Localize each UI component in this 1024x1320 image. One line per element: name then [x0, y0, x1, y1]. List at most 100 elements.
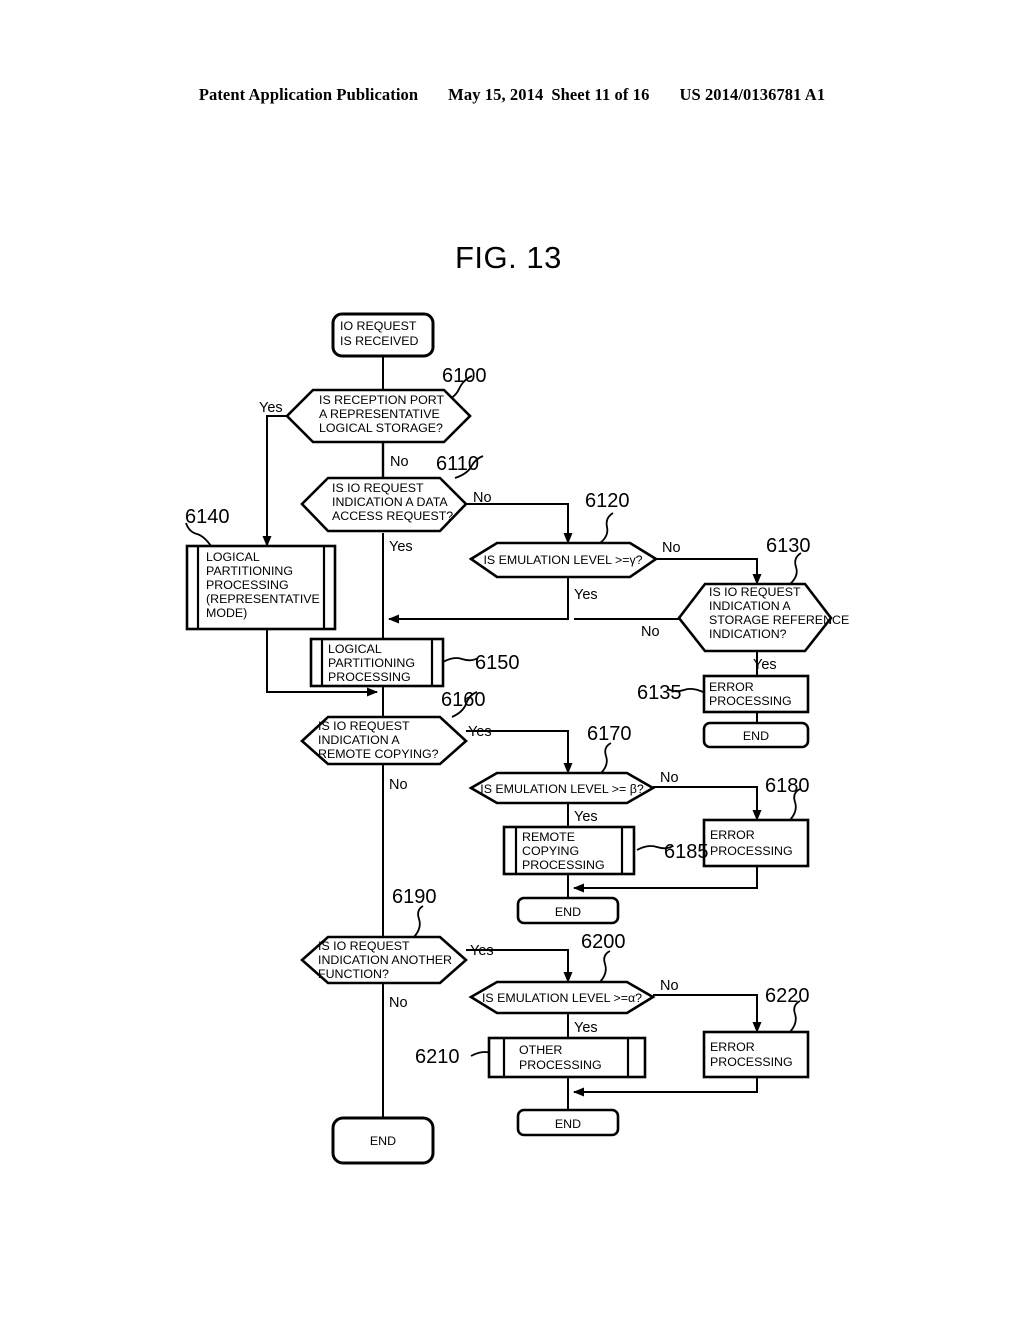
- node-start: IO REQUEST IS RECEIVED: [331, 312, 435, 358]
- node-end-main-label: END: [370, 1134, 396, 1148]
- node-6130-line-0: IS IO REQUEST: [709, 585, 801, 599]
- ref-6110: 6110: [436, 453, 479, 475]
- node-end-6210-label: END: [555, 1117, 581, 1131]
- patent-sheet: Patent Application Publication May 15, 20…: [0, 0, 1024, 1320]
- node-end-6135: END: [702, 721, 810, 749]
- label-6200-yes: Yes: [574, 1020, 598, 1036]
- node-6190: IS IO REQUEST INDICATION ANOTHER FUNCTIO…: [300, 935, 468, 985]
- ref-6135: 6135: [637, 682, 682, 704]
- node-6100-line-2: LOGICAL STORAGE?: [319, 421, 443, 435]
- node-6110-line-2: ACCESS REQUEST?: [332, 509, 453, 523]
- label-6170-no: No: [660, 770, 679, 786]
- node-6100: IS RECEPTION PORT A REPRESENTATIVE LOGIC…: [285, 388, 472, 444]
- flowchart: IO REQUEST IS RECEIVED IS RECEPTION PORT…: [185, 312, 849, 1165]
- node-6160-line-1: INDICATION A: [318, 733, 400, 747]
- node-6200-line-0: IS EMULATION LEVEL >=α?: [482, 991, 642, 1005]
- label-6190-yes: Yes: [470, 943, 494, 959]
- node-6210-line-1: PROCESSING: [519, 1058, 602, 1072]
- node-end-6185-label: END: [555, 905, 581, 919]
- edge-6220-merge: [573, 1077, 758, 1097]
- leader-6170: [600, 742, 612, 774]
- node-end-main: END: [331, 1116, 435, 1165]
- node-6190-line-0: IS IO REQUEST: [318, 939, 410, 953]
- ref-6200: 6200: [581, 931, 626, 953]
- node-6130-line-2: STORAGE REFERENCE: [709, 613, 849, 627]
- node-6130-line-3: INDICATION?: [709, 627, 787, 641]
- label-6130-no: No: [641, 624, 660, 640]
- node-6190-line-2: FUNCTION?: [318, 967, 389, 981]
- node-6185-line-0: REMOTE: [522, 830, 575, 844]
- node-6120-line-0: IS EMULATION LEVEL >=γ?: [483, 553, 642, 567]
- node-6150: LOGICAL PARTITIONING PROCESSING: [309, 637, 445, 688]
- ref-6190: 6190: [392, 886, 437, 908]
- node-6130-line-1: INDICATION A: [709, 599, 791, 613]
- node-6160-line-2: REMOTE COPYING?: [318, 747, 439, 761]
- node-6120: IS EMULATION LEVEL >=γ?: [468, 541, 659, 579]
- label-6130-yes: Yes: [753, 657, 777, 673]
- node-6100-line-0: IS RECEPTION PORT: [319, 393, 445, 407]
- node-start-line-1: IS RECEIVED: [340, 334, 419, 348]
- ref-6220: 6220: [765, 985, 810, 1007]
- node-6110-line-0: IS IO REQUEST: [332, 481, 424, 495]
- node-end-6185: END: [516, 896, 620, 925]
- ref-6210: 6210: [415, 1046, 460, 1068]
- node-6100-line-1: A REPRESENTATIVE: [319, 407, 440, 421]
- ref-6120: 6120: [585, 490, 630, 512]
- edge-6120-yes-merge: [388, 577, 569, 624]
- node-6150-line-2: PROCESSING: [328, 670, 411, 684]
- node-6185-line-2: PROCESSING: [522, 858, 605, 872]
- node-6220-line-1: PROCESSING: [710, 1055, 793, 1069]
- node-6135: ERROR PROCESSING: [702, 674, 810, 714]
- ref-6150: 6150: [475, 652, 520, 674]
- label-6160-yes: Yes: [468, 724, 492, 740]
- node-6110: IS IO REQUEST INDICATION A DATA ACCESS R…: [300, 476, 468, 533]
- node-6135-line-0: ERROR: [709, 680, 754, 694]
- label-6120-no: No: [662, 540, 681, 556]
- label-6120-yes: Yes: [574, 587, 598, 603]
- label-6200-no: No: [660, 978, 679, 994]
- node-6180-line-1: PROCESSING: [710, 844, 793, 858]
- label-6170-yes: Yes: [574, 809, 598, 825]
- node-end-6210: END: [516, 1108, 620, 1137]
- node-6185-line-1: COPYING: [522, 844, 579, 858]
- node-6140-line-1: PARTITIONING: [206, 564, 293, 578]
- node-6200: IS EMULATION LEVEL >=α?: [468, 980, 656, 1015]
- node-6150-line-0: LOGICAL: [328, 642, 382, 656]
- node-6140-line-2: PROCESSING: [206, 578, 289, 592]
- node-6135-line-1: PROCESSING: [709, 694, 792, 708]
- node-6140: LOGICAL PARTITIONING PROCESSING (REPRESE…: [185, 544, 337, 631]
- label-6110-yes: Yes: [389, 539, 413, 555]
- node-6220-line-0: ERROR: [710, 1040, 755, 1054]
- label-6190-no: No: [389, 995, 408, 1011]
- node-6210: OTHER PROCESSING: [487, 1036, 647, 1079]
- ref-6180: 6180: [765, 775, 810, 797]
- leader-6130: [789, 552, 802, 585]
- node-6180-line-0: ERROR: [710, 828, 755, 842]
- node-6185: REMOTE COPYING PROCESSING: [502, 825, 636, 876]
- ref-6170: 6170: [587, 723, 632, 745]
- node-6150-line-1: PARTITIONING: [328, 656, 415, 670]
- edge-6200-no-to-6220: [653, 994, 762, 1033]
- node-6210-line-0: OTHER: [519, 1043, 562, 1057]
- edge-6110-no-to-6120: [466, 503, 573, 544]
- reference-numeral-group: 6100 6110 6120 6130 6135 6140 6150 6160 …: [185, 365, 811, 1068]
- node-6140-line-4: MODE): [206, 606, 247, 620]
- node-6180: ERROR PROCESSING: [702, 818, 810, 868]
- edge-6170-no-to-6180: [653, 786, 762, 821]
- node-6130: IS IO REQUEST INDICATION A STORAGE REFER…: [677, 582, 849, 653]
- node-6170-line-0: IS EMULATION LEVEL >= β?: [480, 782, 644, 796]
- label-6100-no: No: [390, 454, 409, 470]
- label-6110-no: No: [473, 490, 492, 506]
- node-6110-line-1: INDICATION A DATA: [332, 495, 448, 509]
- node-6140-line-3: (REPRESENTATIVE: [206, 592, 320, 606]
- ref-6185: 6185: [664, 841, 709, 863]
- label-6100-yes: Yes: [259, 400, 283, 416]
- ref-6160: 6160: [441, 689, 486, 711]
- node-6160-line-0: IS IO REQUEST: [318, 719, 410, 733]
- node-end-6135-label: END: [743, 729, 769, 743]
- ref-6100: 6100: [442, 365, 487, 387]
- leader-6120: [599, 512, 614, 544]
- label-6160-no: No: [389, 777, 408, 793]
- ref-6140: 6140: [185, 506, 230, 528]
- leader-6200: [599, 950, 611, 983]
